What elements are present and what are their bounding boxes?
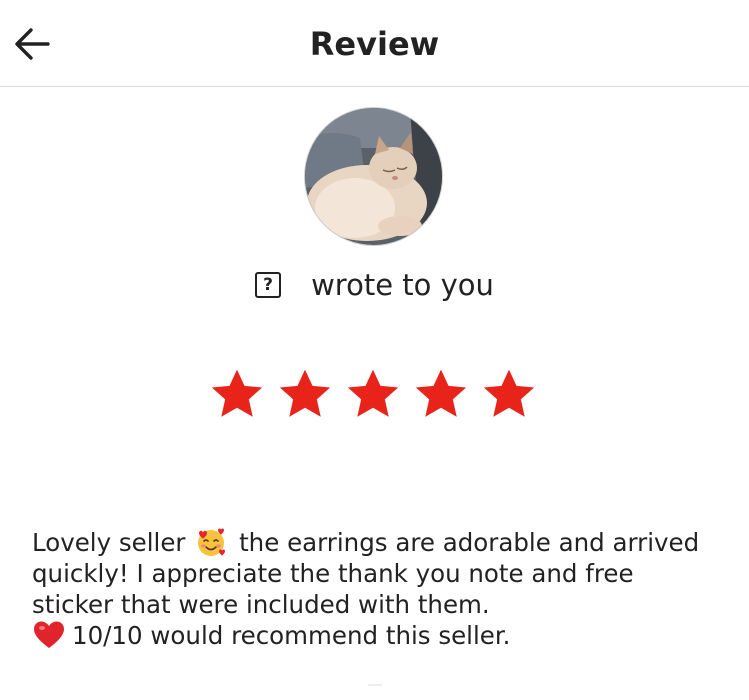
star-icon (211, 369, 263, 417)
cat-avatar-image (305, 108, 442, 245)
star-icon (347, 369, 399, 417)
bottom-indicator (368, 684, 382, 686)
review-text: Lovely seller the earrings are adorable … (32, 527, 722, 651)
star-rating (207, 366, 539, 424)
star-icon (279, 369, 331, 417)
header-bar: Review (0, 0, 749, 87)
star-icon (483, 369, 535, 417)
page-title: Review (309, 25, 440, 63)
red-heart-icon (34, 621, 64, 648)
reviewer-line: ? wrote to you (0, 265, 749, 305)
star-icon (415, 369, 467, 417)
wrote-to-you-text: wrote to you (311, 268, 494, 302)
unknown-name-glyph: ? (255, 272, 282, 298)
smiling-face-with-hearts-icon (198, 528, 226, 556)
review-text-part3: 10/10 would recommend this seller. (72, 621, 511, 650)
avatar[interactable] (304, 107, 443, 246)
review-text-part1: Lovely seller (32, 528, 186, 557)
